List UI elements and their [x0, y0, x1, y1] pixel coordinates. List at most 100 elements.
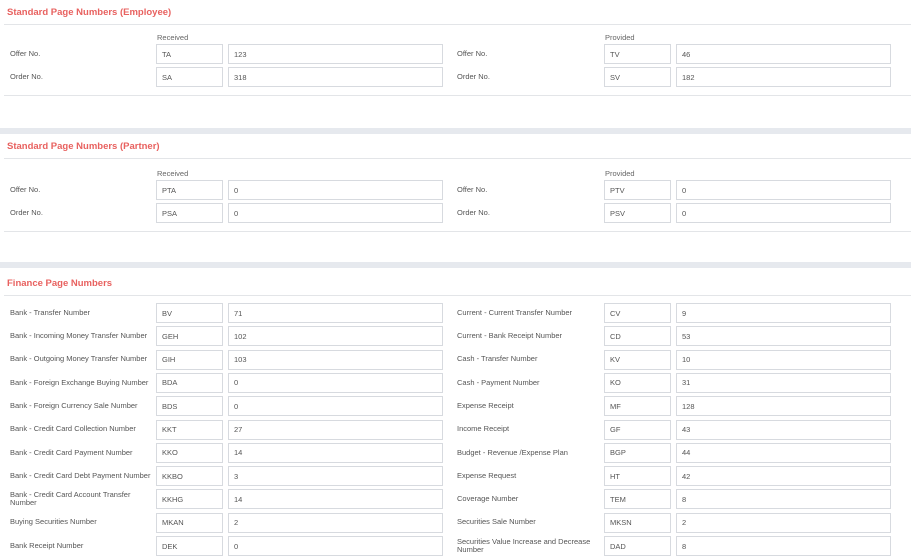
number-input[interactable]	[228, 203, 443, 223]
number-input[interactable]	[228, 489, 443, 510]
prefix-input[interactable]	[156, 512, 223, 533]
prefix-input[interactable]	[604, 489, 671, 510]
number-input[interactable]	[228, 372, 443, 393]
number-input[interactable]	[676, 44, 891, 64]
prefix-input[interactable]	[156, 536, 223, 556]
number-input[interactable]	[676, 349, 891, 370]
prefix-input[interactable]	[156, 372, 223, 393]
prefix-input[interactable]	[604, 372, 671, 393]
number-input[interactable]	[228, 536, 443, 556]
divider	[4, 295, 911, 296]
form-row: Bank Receipt Number Securities Value Incr…	[0, 536, 911, 556]
number-input[interactable]	[228, 326, 443, 347]
row-label: Budget - Revenue /Expense Plan	[457, 447, 568, 457]
number-input[interactable]	[676, 489, 891, 510]
form-row: Bank - Foreign Exchange Buying Number Cas…	[0, 372, 911, 393]
form-row: Bank - Credit Card Account Transfer Numb…	[0, 489, 911, 510]
prefix-input[interactable]	[604, 536, 671, 556]
number-input[interactable]	[676, 326, 891, 347]
number-input[interactable]	[228, 442, 443, 463]
prefix-input[interactable]	[604, 466, 671, 487]
number-input[interactable]	[676, 419, 891, 440]
prefix-input[interactable]	[604, 419, 671, 440]
section-title: Finance Page Numbers	[7, 278, 113, 289]
prefix-input[interactable]	[156, 442, 223, 463]
provided-header: Provided	[605, 169, 635, 178]
number-input[interactable]	[676, 67, 891, 87]
number-input[interactable]	[228, 349, 443, 370]
row-label: Expense Request	[457, 470, 517, 480]
form-row: Bank - Credit Card Debt Payment Number Ex…	[0, 466, 911, 487]
prefix-input[interactable]	[156, 303, 223, 323]
number-input[interactable]	[228, 180, 443, 200]
number-input[interactable]	[676, 512, 891, 533]
form-row: Buying Securities Number Securities Sale …	[0, 512, 911, 533]
prefix-input[interactable]	[156, 203, 223, 223]
prefix-input[interactable]	[156, 489, 223, 510]
row-label: Bank Receipt Number	[10, 540, 84, 550]
prefix-input[interactable]	[604, 67, 671, 87]
prefix-input[interactable]	[604, 512, 671, 533]
prefix-input[interactable]	[156, 180, 223, 200]
row-label: Bank - Credit Card Debt Payment Number	[10, 470, 151, 480]
section-title: Standard Page Numbers (Employee)	[7, 7, 172, 18]
form-row: Bank - Credit Card Payment Number Budget …	[0, 442, 911, 463]
number-input[interactable]	[228, 67, 443, 87]
prefix-input[interactable]	[156, 419, 223, 440]
number-input[interactable]	[676, 396, 891, 417]
row-label: Securities Value Increase and Decrease N…	[457, 536, 591, 554]
number-input[interactable]	[228, 512, 443, 533]
row-label: Bank - Credit Card Account Transfer Numb…	[10, 489, 131, 508]
row-label: Securities Sale Number	[457, 517, 536, 527]
form-row: Offer No. Offer No.	[0, 44, 911, 64]
row-label: Offer No.	[457, 184, 488, 194]
number-input[interactable]	[676, 180, 891, 200]
number-input[interactable]	[676, 372, 891, 393]
prefix-input[interactable]	[604, 442, 671, 463]
prefix-input[interactable]	[156, 396, 223, 417]
row-label: Order No.	[10, 71, 43, 81]
partner-section: Standard Page Numbers (Partner) Received…	[0, 134, 911, 262]
number-input[interactable]	[676, 303, 891, 323]
prefix-input[interactable]	[604, 203, 671, 223]
divider	[4, 95, 911, 96]
row-label: Bank - Transfer Number	[10, 307, 91, 317]
number-input[interactable]	[676, 536, 891, 556]
prefix-input[interactable]	[156, 44, 223, 64]
number-input[interactable]	[228, 303, 443, 323]
prefix-input[interactable]	[604, 326, 671, 347]
row-label: Bank - Incoming Money Transfer Number	[10, 331, 148, 341]
number-input[interactable]	[676, 466, 891, 487]
form-row: Bank - Foreign Currency Sale Number Expen…	[0, 396, 911, 417]
row-label: Offer No.	[10, 48, 41, 58]
prefix-input[interactable]	[156, 349, 223, 370]
form-row: Offer No. Offer No.	[0, 180, 911, 200]
number-input[interactable]	[228, 44, 443, 64]
number-input[interactable]	[676, 203, 891, 223]
number-input[interactable]	[228, 419, 443, 440]
prefix-input[interactable]	[604, 44, 671, 64]
prefix-input[interactable]	[604, 396, 671, 417]
number-input[interactable]	[676, 442, 891, 463]
number-input[interactable]	[228, 396, 443, 417]
prefix-input[interactable]	[604, 303, 671, 323]
prefix-input[interactable]	[604, 180, 671, 200]
received-header: Received	[157, 169, 189, 178]
prefix-input[interactable]	[156, 466, 223, 487]
row-label: Current - Current Transfer Number	[457, 307, 573, 317]
row-label: Bank - Credit Card Collection Number	[10, 424, 136, 434]
number-input[interactable]	[228, 466, 443, 487]
row-label: Bank - Credit Card Payment Number	[10, 447, 133, 457]
row-label: Cash - Transfer Number	[457, 354, 538, 364]
row-label: Buying Securities Number	[10, 517, 97, 527]
prefix-input[interactable]	[156, 67, 223, 87]
prefix-input[interactable]	[156, 326, 223, 347]
divider	[4, 231, 911, 232]
form-row: Bank - Transfer Number Current - Current …	[0, 303, 911, 323]
prefix-input[interactable]	[604, 349, 671, 370]
form-row: Bank - Outgoing Money Transfer Number Cas…	[0, 349, 911, 370]
section-title: Standard Page Numbers (Partner)	[7, 141, 160, 152]
received-header: Received	[157, 33, 189, 42]
provided-header: Provided	[605, 33, 635, 42]
divider	[4, 158, 911, 159]
